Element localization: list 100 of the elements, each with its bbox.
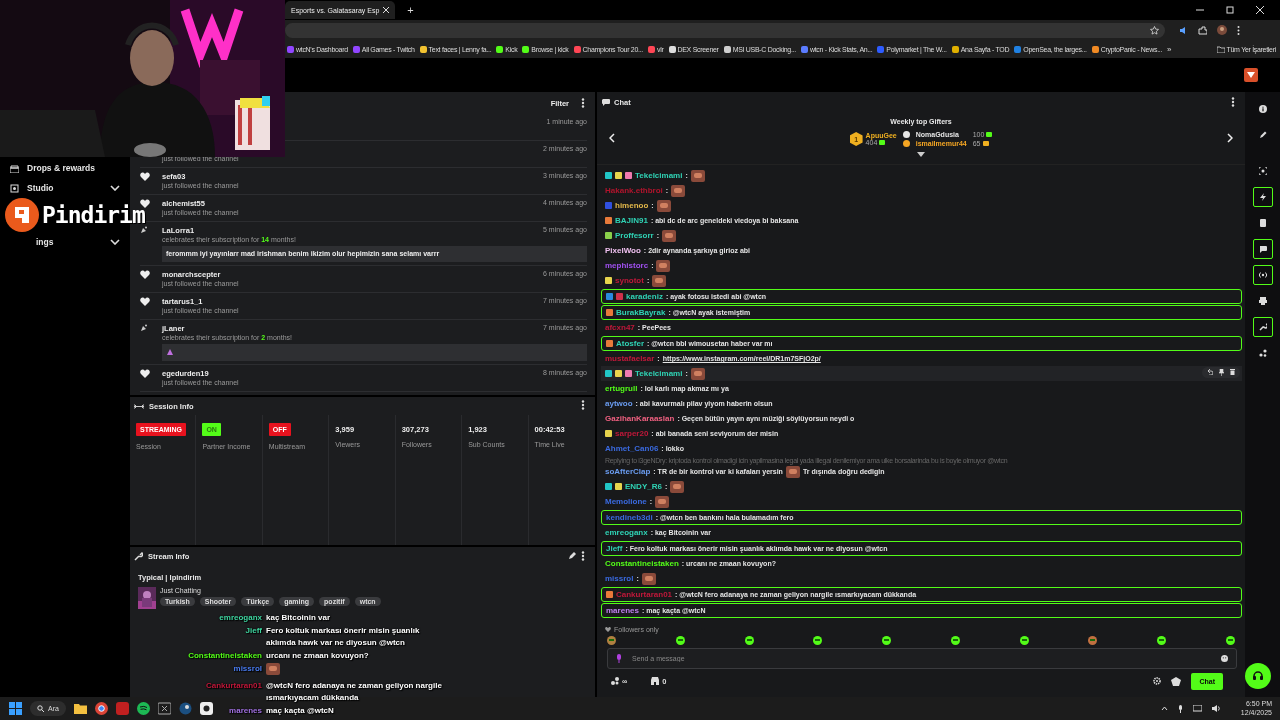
overlay-chat-text: maç kaçta @wtcN bbox=[266, 705, 335, 717]
chat-username[interactable]: kendineb3di bbox=[606, 512, 653, 522]
maximize-icon[interactable] bbox=[1226, 6, 1234, 14]
heart-icon bbox=[140, 270, 150, 279]
rail-button[interactable] bbox=[1252, 187, 1273, 207]
close-icon[interactable] bbox=[1256, 6, 1264, 14]
chat-username[interactable]: Jieff bbox=[606, 543, 623, 553]
chevron-up-icon[interactable] bbox=[1160, 706, 1168, 711]
chevron-down-icon[interactable] bbox=[110, 185, 120, 191]
lightning-icon bbox=[1258, 193, 1267, 201]
overlay-chat-username: Constantineistaken bbox=[188, 650, 262, 662]
overlay-chat-username: missrol bbox=[233, 663, 262, 675]
focus-icon bbox=[1258, 167, 1267, 175]
star-icon[interactable] bbox=[1150, 25, 1159, 35]
broadcast-icon bbox=[1258, 271, 1267, 279]
emote-icon[interactable] bbox=[950, 636, 960, 645]
camera-icon bbox=[10, 183, 19, 193]
settings-icon[interactable] bbox=[1153, 677, 1162, 685]
new-tab-button[interactable]: + bbox=[403, 4, 418, 16]
chat-username[interactable]: Ahmet_Can06 bbox=[605, 444, 659, 453]
document-icon bbox=[1258, 219, 1267, 227]
steam-icon[interactable] bbox=[179, 702, 192, 715]
emote-icon bbox=[671, 184, 686, 197]
emote-icon bbox=[670, 480, 685, 493]
headset-icon bbox=[1252, 670, 1264, 682]
close-icon[interactable] bbox=[383, 7, 390, 13]
chat-username[interactable]: Tekelcimami bbox=[635, 171, 683, 180]
kick-logo-icon[interactable] bbox=[1244, 68, 1258, 82]
chat-username[interactable]: BAJIN91 bbox=[615, 216, 648, 225]
sound-icon[interactable] bbox=[1179, 25, 1188, 35]
more-icon[interactable] bbox=[1237, 25, 1240, 35]
chat-username[interactable]: aytwoo bbox=[605, 399, 633, 408]
rail-button[interactable] bbox=[1252, 265, 1273, 285]
chat-username[interactable]: GazihanKaraaslan bbox=[605, 414, 675, 423]
chat-username[interactable]: ENDY_R6 bbox=[625, 482, 662, 491]
more-icon[interactable] bbox=[1231, 97, 1235, 107]
heart-icon bbox=[140, 369, 150, 378]
emote-icon[interactable] bbox=[675, 636, 685, 645]
undo-icon[interactable] bbox=[1207, 369, 1213, 375]
sidebar-item[interactable]: Drops & rewards bbox=[10, 158, 120, 178]
start-icon[interactable] bbox=[9, 702, 22, 715]
printer-icon bbox=[1258, 297, 1267, 305]
game-icon[interactable] bbox=[158, 702, 171, 715]
sidebar-item[interactable]: ings bbox=[10, 232, 120, 252]
help-button[interactable] bbox=[1245, 663, 1271, 689]
chevron-down-icon[interactable] bbox=[110, 239, 120, 245]
emoji-icon[interactable] bbox=[1221, 655, 1228, 662]
chat-username[interactable]: Proffesorr bbox=[615, 231, 654, 240]
chat-username[interactable]: Constantineistaken bbox=[605, 559, 679, 568]
avatar-icon[interactable] bbox=[1217, 25, 1227, 35]
emote-icon[interactable] bbox=[1157, 636, 1167, 645]
chevron-right-icon bbox=[1227, 132, 1233, 143]
volume-icon[interactable] bbox=[1211, 705, 1221, 712]
chat-username[interactable]: mephistorc bbox=[605, 261, 649, 270]
chat-username[interactable]: PixelWoo bbox=[605, 246, 641, 255]
rail-button[interactable] bbox=[1252, 317, 1273, 337]
pencil-icon[interactable] bbox=[568, 552, 576, 560]
gift-icon bbox=[10, 163, 19, 173]
extensions-icon[interactable] bbox=[1198, 25, 1207, 35]
channel-logo: Pindirim bbox=[5, 198, 145, 232]
sidebar-item[interactable]: Studio bbox=[10, 178, 120, 198]
chat-username[interactable]: soAfterClap bbox=[605, 467, 651, 476]
chat-username[interactable]: karadeniz bbox=[626, 291, 663, 301]
browser-icon[interactable] bbox=[95, 702, 108, 715]
emote-icon[interactable] bbox=[1225, 636, 1235, 645]
trash-icon[interactable] bbox=[1230, 369, 1235, 375]
chat-username[interactable]: marenes bbox=[606, 605, 639, 615]
confetti-icon bbox=[140, 226, 148, 234]
emote-picker-icon[interactable] bbox=[1171, 676, 1182, 686]
emote-icon bbox=[655, 495, 670, 508]
pin-icon[interactable] bbox=[1219, 369, 1224, 376]
folder-icon[interactable] bbox=[74, 702, 87, 715]
more-icon[interactable] bbox=[581, 551, 585, 561]
more-bookmarks-button[interactable]: » bbox=[1167, 44, 1172, 54]
network-icon[interactable] bbox=[1192, 705, 1202, 712]
chat-username[interactable]: emreoganx bbox=[605, 528, 648, 537]
minimize-icon[interactable] bbox=[1196, 6, 1204, 14]
more-icon[interactable] bbox=[581, 400, 585, 410]
chat-username[interactable]: himenoo bbox=[615, 201, 649, 210]
emote-icon[interactable] bbox=[882, 636, 892, 645]
emote-icon bbox=[641, 572, 656, 585]
scroll-down-icon[interactable] bbox=[917, 152, 925, 158]
emote-icon[interactable] bbox=[813, 636, 823, 645]
chevron-left-icon bbox=[609, 132, 615, 143]
camera-app-icon[interactable] bbox=[200, 702, 213, 715]
music-icon[interactable] bbox=[137, 702, 150, 715]
more-icon[interactable] bbox=[581, 98, 585, 108]
chat-username[interactable]: ertugrull bbox=[605, 384, 638, 393]
arrows-icon bbox=[134, 402, 144, 410]
chat-username[interactable]: Tekelcimami bbox=[635, 369, 683, 378]
share-icon bbox=[1258, 349, 1267, 357]
microphone-icon[interactable] bbox=[1177, 704, 1183, 713]
chat-username[interactable]: BurakBayrak bbox=[616, 307, 666, 317]
emote-icon[interactable] bbox=[744, 636, 754, 645]
emote-icon[interactable] bbox=[1019, 636, 1029, 645]
overlay-chat-username: Cankurtaran01 bbox=[205, 680, 262, 692]
chat-username[interactable]: Atosfer bbox=[616, 338, 644, 348]
chat-username[interactable]: Memolione bbox=[605, 497, 647, 506]
rail-button[interactable] bbox=[1252, 239, 1273, 259]
chat-username[interactable]: missrol bbox=[605, 574, 634, 583]
